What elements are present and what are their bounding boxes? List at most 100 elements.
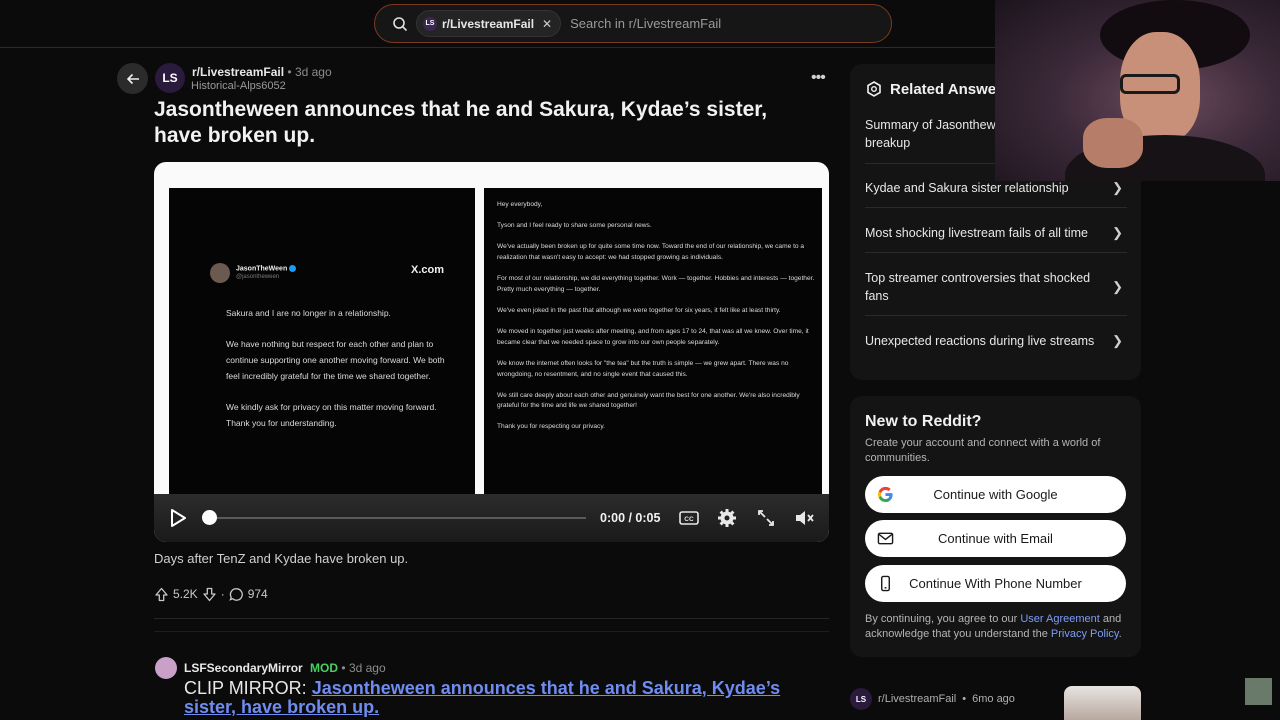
continue-email-button[interactable]: Continue with Email <box>865 520 1126 557</box>
statement-paragraph: Thank you for respecting our privacy. <box>497 423 605 431</box>
statement-text: Hey everybody, Tyson and I feel ready to… <box>497 200 817 444</box>
related-item[interactable]: Unexpected reactions during live streams… <box>865 332 1127 350</box>
related-item-label: Kydae and Sakura sister relationship <box>865 181 1069 195</box>
comment-username[interactable]: LSFSecondaryMirror <box>184 661 303 675</box>
meta-separator: • <box>962 693 967 705</box>
related-item[interactable]: Most shocking livestream fails of all ti… <box>865 224 1127 242</box>
mail-icon <box>877 532 894 545</box>
video-time: 0:00 / 0:05 <box>600 511 661 525</box>
related-post-thumbnail[interactable] <box>1064 686 1141 720</box>
tweet-screenshot: JasonTheWeen @jasontheween X.com Sakura … <box>169 188 475 494</box>
continue-google-button[interactable]: Continue with Google <box>865 476 1126 513</box>
chevron-right-icon: ❯ <box>1112 225 1123 240</box>
post-actions: 5.2K · 974 <box>154 585 268 603</box>
divider <box>865 252 1127 253</box>
seek-bar[interactable] <box>210 517 586 519</box>
play-icon[interactable] <box>168 507 188 529</box>
related-answers-label: Related Answers <box>890 80 1011 98</box>
downvote-icon[interactable] <box>202 587 217 602</box>
settings-icon[interactable] <box>716 507 738 529</box>
post-description: Days after TenZ and Kydae have broken up… <box>154 551 409 566</box>
comment-text: CLIP MIRROR: Jasontheween announces that… <box>184 679 824 717</box>
comment-count[interactable]: 974 <box>248 587 268 601</box>
back-button[interactable] <box>117 63 148 94</box>
post-author[interactable]: Historical-Alps6052 <box>191 80 286 92</box>
related-item-label: Top streamer controversies that shocked … <box>865 271 1091 303</box>
mute-icon[interactable] <box>793 507 815 529</box>
subreddit-link[interactable]: r/LivestreamFail <box>192 65 284 79</box>
subreddit-avatar: LS <box>850 688 872 710</box>
comment-time: 3d ago <box>348 661 386 675</box>
statement-paragraph: For most of our relationship, we did eve… <box>497 275 815 293</box>
tweet-handle: @jasontheween <box>236 274 280 280</box>
tweet-paragraph: We kindly ask for privacy on this matter… <box>226 402 437 428</box>
verified-icon <box>289 265 297 272</box>
signup-title: New to Reddit? <box>865 413 982 430</box>
related-post-subreddit: r/LivestreamFail <box>878 693 957 705</box>
mod-badge: MOD <box>310 661 339 675</box>
captions-icon[interactable]: CC <box>678 507 700 529</box>
search-icon <box>393 16 408 31</box>
meta-separator: • <box>287 65 292 79</box>
subreddit-filter-chip[interactable]: LS r/LivestreamFail ✕ <box>416 10 562 37</box>
webcam-glasses <box>1120 74 1180 94</box>
related-item[interactable]: Kydae and Sakura sister relationship ❯ <box>865 179 1127 197</box>
upvote-count: 5.2K <box>173 587 198 601</box>
subreddit-chip-icon: LS <box>423 16 437 31</box>
user-agreement-link[interactable]: User Agreement <box>1020 613 1099 625</box>
comment-icon[interactable] <box>229 587 244 602</box>
tweet-source: X.com <box>411 264 445 276</box>
statement-paragraph: We still care deeply about each other an… <box>497 391 800 410</box>
subreddit-avatar[interactable]: LS <box>155 63 185 93</box>
statement-paragraph: We moved in together just weeks after me… <box>497 328 809 346</box>
webcam-hand <box>1083 118 1143 168</box>
video-player[interactable]: JasonTheWeen @jasontheween X.com Sakura … <box>154 162 829 542</box>
post-title: Jasontheween announces that he and Sakur… <box>154 98 768 147</box>
subreddit-chip-label: r/LivestreamFail <box>442 16 535 31</box>
legal-suffix: . <box>1118 628 1122 640</box>
tweet-avatar <box>210 263 230 283</box>
commenter-avatar[interactable] <box>155 657 177 679</box>
fullscreen-icon[interactable] <box>755 507 777 529</box>
search-bar[interactable]: LS r/LivestreamFail ✕ Search in r/Livest… <box>374 4 892 43</box>
upvote-icon[interactable] <box>154 587 169 602</box>
seek-handle[interactable] <box>202 510 217 525</box>
related-item-label: Most shocking livestream fails of all ti… <box>865 226 1088 240</box>
related-answers-title: Related Answers <box>865 80 1010 98</box>
related-item[interactable]: Top streamer controversies that shocked … <box>865 269 1123 305</box>
divider <box>154 631 829 632</box>
legal-text: By continuing, you agree to our User Agr… <box>865 612 1135 642</box>
arrow-left-icon <box>126 73 139 84</box>
privacy-policy-link[interactable]: Privacy Policy <box>1051 628 1119 640</box>
chevron-right-icon: ❯ <box>1112 279 1123 294</box>
chevron-right-icon: ❯ <box>1112 333 1123 348</box>
statement-paragraph: Hey everybody, <box>497 201 543 208</box>
tweet-name: JasonTheWeen <box>236 265 297 272</box>
webcam-overlay <box>995 0 1280 181</box>
svg-text:CC: CC <box>684 516 694 523</box>
continue-phone-button[interactable]: Continue With Phone Number <box>865 565 1126 602</box>
post-meta: r/LivestreamFail • 3d ago <box>192 65 332 79</box>
legal-prefix: By continuing, you agree to our <box>865 613 1021 625</box>
tweet-text: Sakura and I are no longer in a relation… <box>226 305 446 446</box>
related-post-meta[interactable]: LS r/LivestreamFail • 6mo ago <box>850 688 1015 710</box>
meta-separator: • <box>341 661 346 675</box>
more-options-icon[interactable]: ••• <box>811 69 826 87</box>
related-item-label: Unexpected reactions during live streams <box>865 334 1095 348</box>
divider <box>865 207 1127 208</box>
divider <box>154 618 829 619</box>
search-input[interactable]: Search in r/LivestreamFail <box>570 16 721 31</box>
continue-phone-label: Continue With Phone Number <box>909 576 1082 591</box>
tweet-paragraph: Sakura and I are no longer in a relation… <box>226 308 391 318</box>
related-post-time: 6mo ago <box>972 693 1015 705</box>
tweet-paragraph: We have nothing but respect for each oth… <box>226 339 445 381</box>
close-icon[interactable]: ✕ <box>542 17 552 31</box>
post-time: 3d ago <box>294 65 332 79</box>
comment-meta: LSFSecondaryMirror MOD • 3d ago <box>184 661 386 675</box>
statement-paragraph: We've even joked in the past that althou… <box>497 306 781 314</box>
statement-paragraph: We've actually been broken up for quite … <box>497 243 805 261</box>
continue-email-label: Continue with Email <box>938 531 1053 546</box>
comment-prefix: CLIP MIRROR: <box>184 678 312 698</box>
statement-paragraph: Tyson and I feel ready to share some per… <box>497 222 652 230</box>
answers-icon <box>867 81 881 97</box>
